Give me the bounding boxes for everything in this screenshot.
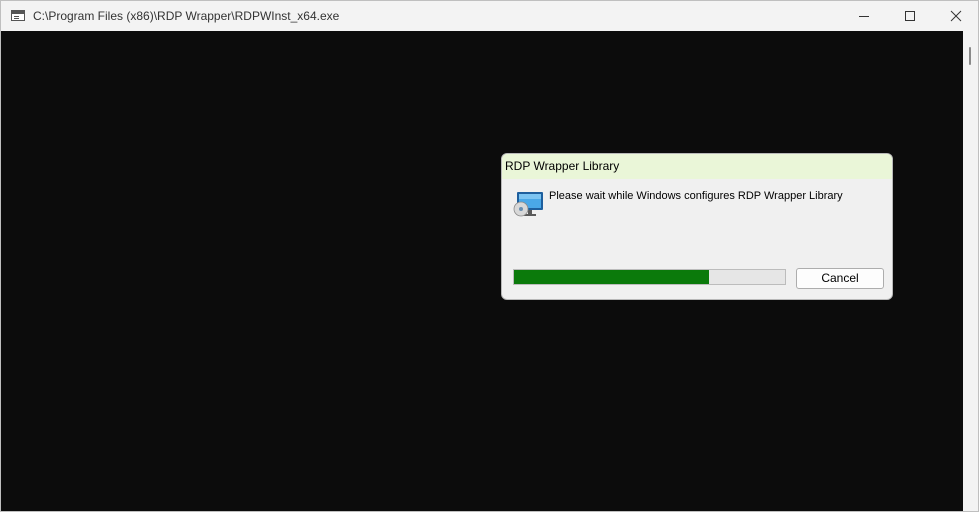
- cancel-button[interactable]: Cancel: [796, 268, 884, 289]
- dialog-title: RDP Wrapper Library: [505, 159, 620, 173]
- scrollbar-thumb[interactable]: [969, 47, 971, 65]
- maximize-button[interactable]: [887, 1, 933, 31]
- title-bar[interactable]: C:\Program Files (x86)\RDP Wrapper\RDPWI…: [1, 1, 978, 31]
- minimize-button[interactable]: [841, 1, 887, 31]
- dialog-title-bar[interactable]: RDP Wrapper Library: [502, 154, 892, 179]
- console-app-icon: [11, 10, 25, 21]
- progress-bar-fill: [514, 270, 710, 284]
- installer-progress-dialog: RDP Wrapper Library Please wait while Wi…: [501, 153, 893, 300]
- maximize-icon: [905, 11, 915, 21]
- status-message: Please wait while Windows configures RDP…: [549, 190, 843, 202]
- minimize-icon: [859, 16, 869, 17]
- close-button[interactable]: [933, 1, 979, 31]
- progress-bar: [513, 269, 786, 285]
- close-icon: [950, 10, 962, 22]
- window-title: C:\Program Files (x86)\RDP Wrapper\RDPWI…: [33, 9, 340, 23]
- setup-computer-icon: [513, 192, 543, 217]
- vertical-scrollbar[interactable]: [963, 31, 978, 511]
